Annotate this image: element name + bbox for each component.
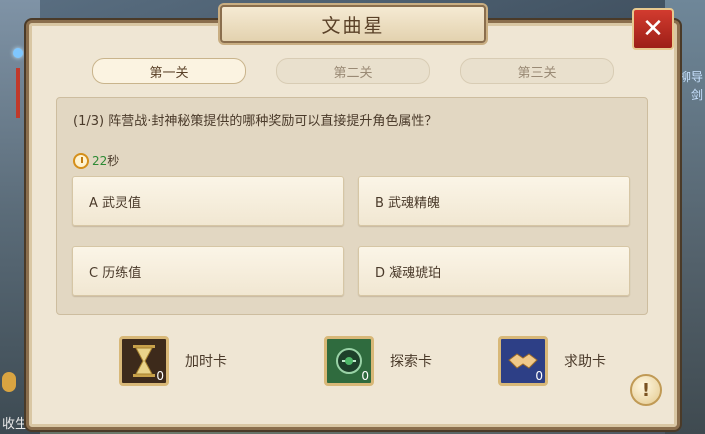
microphone-icon[interactable] bbox=[2, 372, 16, 392]
close-button[interactable]: ✕ bbox=[632, 8, 674, 50]
tab-stage-3[interactable]: 第三关 bbox=[460, 58, 614, 84]
item-count: 0 bbox=[156, 369, 164, 383]
dialog-title: 文曲星 bbox=[220, 5, 486, 43]
answer-option-c[interactable]: C 历练值 bbox=[72, 246, 344, 296]
exclamation-icon: ! bbox=[641, 379, 651, 401]
item-count: 0 bbox=[361, 369, 369, 383]
tab-stage-2[interactable]: 第二关 bbox=[276, 58, 430, 84]
item-label: 求助卡 bbox=[564, 354, 606, 370]
help-card[interactable]: 0 求助卡 bbox=[498, 336, 606, 386]
background-side-text: 柳导 剑 bbox=[679, 68, 703, 104]
answer-option-a[interactable]: A 武灵值 bbox=[72, 176, 344, 226]
question-panel: (1/3) 阵营战·封神秘策提供的哪种奖励可以直接提升角色属性？ 22 秒 A 武… bbox=[56, 97, 648, 315]
stage-tabs: 第一关 第二关 第三关 bbox=[92, 58, 614, 84]
item-label: 探索卡 bbox=[390, 354, 432, 370]
timer-unit: 秒 bbox=[107, 154, 120, 168]
answer-option-d[interactable]: D 凝魂琥珀 bbox=[358, 246, 630, 296]
tab-stage-1[interactable]: 第一关 bbox=[92, 58, 246, 84]
background-side-text-1: 柳导 bbox=[678, 70, 703, 84]
handshake-icon[interactable]: 0 bbox=[498, 336, 548, 386]
item-count: 0 bbox=[535, 369, 543, 383]
alarm-clock-icon bbox=[73, 152, 89, 169]
compass-icon[interactable]: 0 bbox=[324, 336, 374, 386]
item-label: 加时卡 bbox=[185, 354, 227, 370]
question-text: (1/3) 阵营战·封神秘策提供的哪种奖励可以直接提升角色属性？ bbox=[73, 114, 438, 129]
info-button[interactable]: ! bbox=[630, 374, 662, 406]
background-side-text-2: 剑 bbox=[690, 88, 703, 102]
background-chat-text: 收生 bbox=[2, 417, 29, 432]
hourglass-icon[interactable]: 0 bbox=[119, 336, 169, 386]
add-time-card[interactable]: 0 加时卡 bbox=[119, 336, 227, 386]
timer-value: 22 bbox=[92, 153, 108, 168]
explore-card[interactable]: 0 探索卡 bbox=[324, 336, 432, 386]
jade-charm-ornament bbox=[12, 40, 24, 120]
close-icon: ✕ bbox=[642, 14, 664, 44]
countdown-timer: 22 秒 bbox=[73, 152, 119, 169]
answer-option-b[interactable]: B 武魂精魄 bbox=[358, 176, 630, 226]
